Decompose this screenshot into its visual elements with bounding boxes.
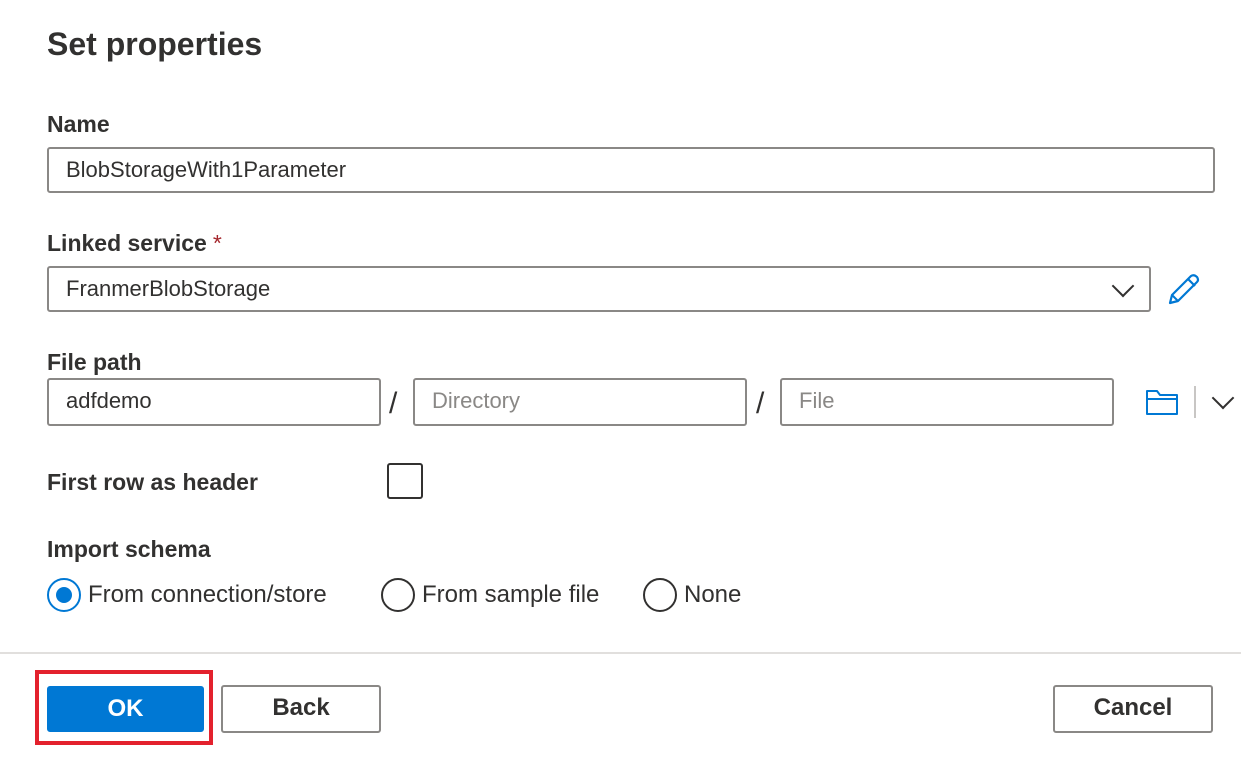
required-mark: * [212, 230, 222, 256]
footer-divider [0, 652, 1241, 654]
ok-button[interactable]: OK [47, 686, 204, 732]
path-separator: / [389, 387, 398, 420]
linked-service-label-text: Linked service [47, 230, 207, 256]
radio-label-none[interactable]: None [684, 578, 741, 612]
first-row-header-checkbox[interactable] [387, 463, 423, 499]
folder-icon[interactable] [1145, 387, 1179, 417]
linked-service-label: Linked service * [47, 228, 222, 258]
cancel-button[interactable]: Cancel [1053, 685, 1213, 733]
first-row-header-label: First row as header [47, 469, 258, 495]
directory-placeholder: Directory [432, 388, 521, 413]
container-input[interactable]: adfdemo [47, 378, 381, 426]
radio-none[interactable] [643, 578, 677, 612]
file-input[interactable]: File [780, 378, 1114, 426]
radio-label-from-sample-file[interactable]: From sample file [422, 578, 599, 612]
path-separator: / [756, 387, 765, 420]
file-path-label: File path [47, 349, 142, 375]
chevron-down-icon[interactable] [1211, 386, 1235, 410]
name-label: Name [47, 111, 110, 137]
name-input[interactable]: BlobStorageWith1Parameter [47, 147, 1215, 193]
pencil-icon[interactable] [1164, 272, 1202, 308]
back-button[interactable]: Back [221, 685, 381, 733]
radio-from-connection[interactable] [47, 578, 81, 612]
linked-service-select[interactable]: FranmerBlobStorage [47, 266, 1151, 312]
dialog-title: Set properties [47, 26, 263, 62]
file-placeholder: File [799, 388, 835, 413]
chevron-down-icon [1111, 274, 1135, 298]
directory-input[interactable]: Directory [413, 378, 747, 426]
radio-from-sample-file[interactable] [381, 578, 415, 612]
linked-service-value: FranmerBlobStorage [66, 276, 271, 301]
toolbar-divider [1194, 386, 1196, 418]
radio-label-from-connection[interactable]: From connection/store [88, 578, 327, 612]
import-schema-label: Import schema [47, 536, 211, 562]
